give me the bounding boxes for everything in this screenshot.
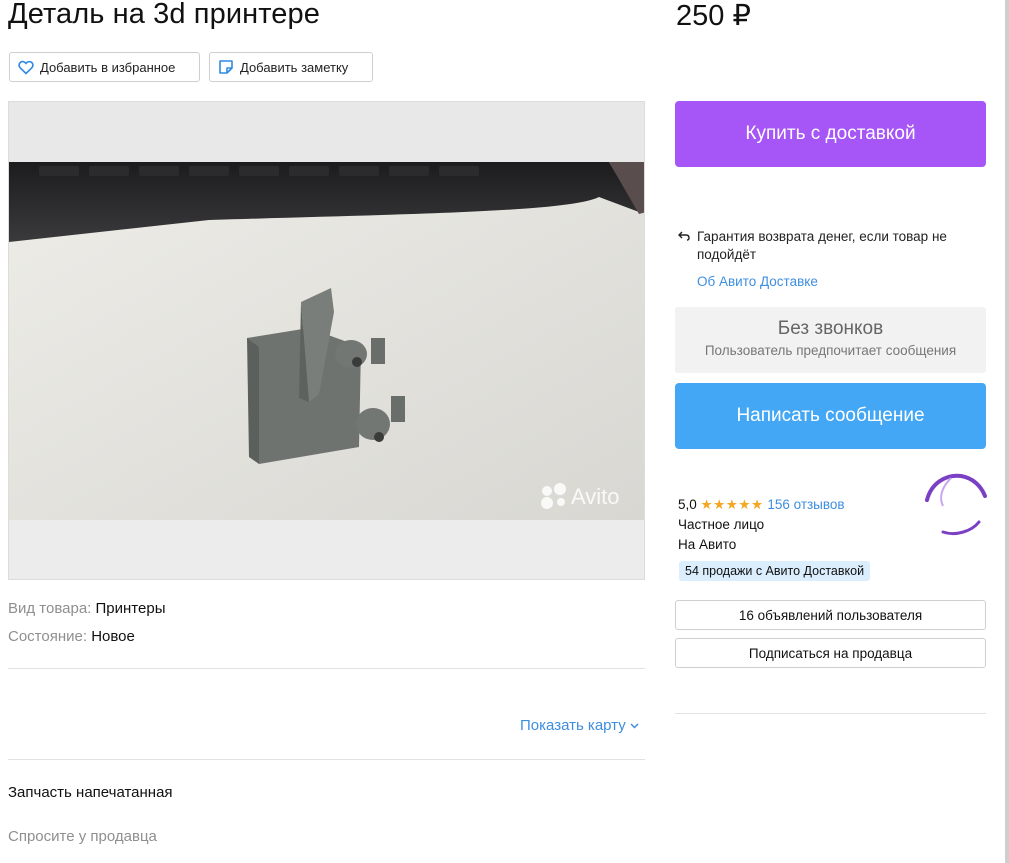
- seller-rating: 5,0 ★★★★★ 156 отзывов: [678, 497, 845, 513]
- page-title: Деталь на 3d принтере: [8, 0, 320, 30]
- add-to-favorites-label: Добавить в избранное: [40, 59, 176, 75]
- window-edge: [1005, 0, 1009, 863]
- guarantee-text: Гарантия возврата денег, если товар не п…: [697, 229, 947, 262]
- divider: [675, 713, 986, 714]
- no-calls-title: Без звонков: [777, 318, 884, 339]
- product-photo[interactable]: Avito: [8, 101, 645, 580]
- rating-value: 5,0: [678, 497, 697, 512]
- add-to-favorites-button[interactable]: Добавить в избранное: [9, 52, 200, 82]
- divider: [8, 668, 645, 669]
- spec-value: Новое: [91, 628, 135, 645]
- seller-on-avito: На Авито: [678, 537, 737, 552]
- spec-label: Состояние:: [8, 628, 88, 645]
- price: 250 ₽: [676, 0, 751, 32]
- about-avito-delivery-link[interactable]: Об Авито Доставке: [697, 274, 818, 289]
- no-calls-notice: Без звонков Пользователь предпочитает со…: [675, 307, 986, 373]
- user-listings-button[interactable]: 16 объявлений пользователя: [675, 600, 986, 630]
- seller-type: Частное лицо: [678, 517, 765, 532]
- divider: [8, 759, 645, 760]
- description: Запчасть напечатанная: [8, 784, 173, 801]
- spec-value: Принтеры: [95, 600, 166, 617]
- return-arrow-icon: [678, 231, 690, 241]
- heart-icon: [18, 60, 34, 75]
- add-note-button[interactable]: Добавить заметку: [209, 52, 373, 82]
- show-map-link[interactable]: Показать карту: [520, 717, 639, 734]
- write-message-button[interactable]: Написать сообщение: [675, 383, 986, 449]
- subscribe-seller-button[interactable]: Подписаться на продавца: [675, 638, 986, 668]
- add-note-label: Добавить заметку: [240, 59, 349, 75]
- chevron-down-icon: [630, 723, 639, 729]
- rating-stars-icon: ★★★★★: [700, 497, 764, 512]
- seller-avatar[interactable]: [921, 472, 987, 538]
- show-map-label: Показать карту: [520, 717, 626, 734]
- note-icon: [219, 60, 233, 74]
- spec-label: Вид товара:: [8, 600, 92, 617]
- reviews-link[interactable]: 156 отзывов: [767, 497, 844, 512]
- no-calls-subtitle: Пользователь предпочитает сообщения: [704, 343, 957, 358]
- avito-watermark-text: Avito: [571, 484, 620, 509]
- ask-seller-text: Спросите у продавца: [8, 828, 157, 845]
- delivery-sales-badge: 54 продажи с Авито Доставкой: [679, 561, 871, 581]
- buy-with-delivery-button[interactable]: Купить с доставкой: [675, 101, 986, 167]
- spec-row-condition: Состояние: Новое: [8, 628, 135, 645]
- spec-row-type: Вид товара: Принтеры: [8, 600, 165, 617]
